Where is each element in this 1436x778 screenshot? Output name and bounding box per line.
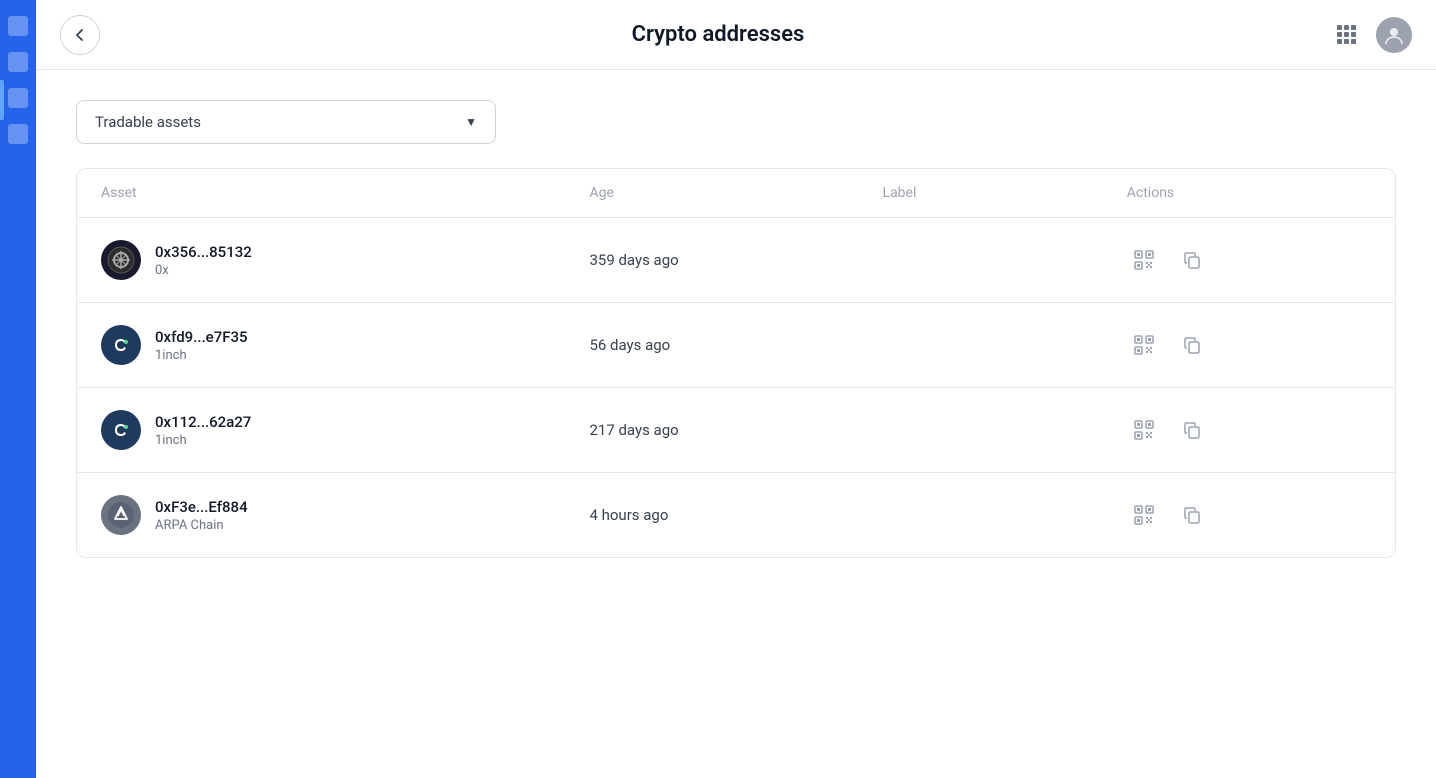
asset-cell-1: 0xfd9...e7F35 1inch (101, 325, 589, 365)
sidebar-dot-3 (8, 88, 28, 108)
asset-icon-3 (101, 495, 141, 535)
table-header: Asset Age Label Actions (77, 169, 1395, 218)
copy-button-2[interactable] (1175, 413, 1209, 447)
table-row: 0x112...62a27 1inch 217 days ago (77, 388, 1395, 473)
qr-code-button-2[interactable] (1127, 413, 1161, 447)
copy-button-1[interactable] (1175, 328, 1209, 362)
asset-address-3: 0xF3e...Ef884 (155, 498, 248, 516)
asset-info-0: 0x356...85132 0x (155, 243, 252, 278)
qr-code-button-1[interactable] (1127, 328, 1161, 362)
table-row: 0xF3e...Ef884 ARPA Chain 4 hours ago (77, 473, 1395, 557)
asset-icon-1 (101, 325, 141, 365)
asset-cell-0: 0x356...85132 0x (101, 240, 589, 280)
qr-code-button-0[interactable] (1127, 243, 1161, 277)
back-button[interactable] (60, 15, 100, 55)
table-row: 0xfd9...e7F35 1inch 56 days ago (77, 303, 1395, 388)
age-cell-2: 217 days ago (589, 421, 882, 439)
dropdown-wrapper: Tradable assets ▼ (76, 100, 1396, 144)
sidebar-dot-2 (8, 52, 28, 72)
asset-icon-2 (101, 410, 141, 450)
header-right (1328, 17, 1412, 53)
dropdown-label: Tradable assets (95, 113, 201, 131)
sidebar (0, 0, 36, 778)
age-cell-1: 56 days ago (589, 336, 882, 354)
col-actions: Actions (1127, 185, 1371, 201)
asset-address-1: 0xfd9...e7F35 (155, 328, 248, 346)
back-arrow-icon (72, 27, 88, 43)
sidebar-dot-1 (8, 16, 28, 36)
age-cell-0: 359 days ago (589, 251, 882, 269)
asset-address-2: 0x112...62a27 (155, 413, 251, 431)
asset-name-0: 0x (155, 263, 252, 278)
asset-address-0: 0x356...85132 (155, 243, 252, 261)
grid-menu-button[interactable] (1328, 17, 1364, 53)
col-age: Age (589, 185, 882, 201)
asset-type-dropdown[interactable]: Tradable assets ▼ (76, 100, 496, 144)
col-asset: Asset (101, 185, 589, 201)
header: Crypto addresses (36, 0, 1436, 70)
col-label: Label (883, 185, 1127, 201)
addresses-table: Asset Age Label Actions (76, 168, 1396, 558)
page-title: Crypto addresses (632, 22, 805, 47)
age-cell-3: 4 hours ago (589, 506, 882, 524)
main-content: Crypto addresses Tradable assets (36, 0, 1436, 778)
header-left (60, 15, 100, 55)
chevron-down-icon: ▼ (465, 115, 477, 129)
avatar[interactable] (1376, 17, 1412, 53)
asset-cell-2: 0x112...62a27 1inch (101, 410, 589, 450)
actions-cell-3 (1127, 498, 1371, 532)
qr-code-button-3[interactable] (1127, 498, 1161, 532)
asset-name-3: ARPA Chain (155, 518, 248, 533)
asset-icon-0 (101, 240, 141, 280)
asset-info-3: 0xF3e...Ef884 ARPA Chain (155, 498, 248, 533)
actions-cell-2 (1127, 413, 1371, 447)
sidebar-dot-4 (8, 124, 28, 144)
table-row: 0x356...85132 0x 359 days ago (77, 218, 1395, 303)
sidebar-accent (0, 80, 4, 120)
actions-cell-0 (1127, 243, 1371, 277)
copy-button-3[interactable] (1175, 498, 1209, 532)
asset-cell-3: 0xF3e...Ef884 ARPA Chain (101, 495, 589, 535)
asset-info-2: 0x112...62a27 1inch (155, 413, 251, 448)
asset-info-1: 0xfd9...e7F35 1inch (155, 328, 248, 363)
grid-icon (1337, 25, 1356, 44)
asset-name-2: 1inch (155, 433, 251, 448)
asset-name-1: 1inch (155, 348, 248, 363)
actions-cell-1 (1127, 328, 1371, 362)
copy-button-0[interactable] (1175, 243, 1209, 277)
content-area: Tradable assets ▼ Asset Age Label Action… (36, 70, 1436, 778)
